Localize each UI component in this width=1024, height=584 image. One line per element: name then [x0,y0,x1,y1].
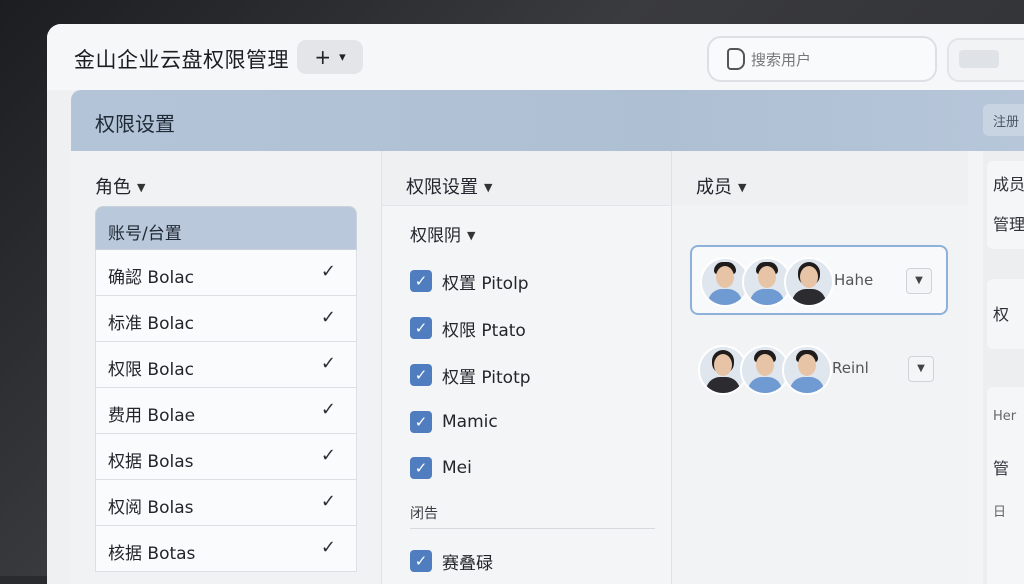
role-label: 标准 Bolac [108,314,194,334]
roles-heading[interactable]: 角色 ▼ [95,173,145,199]
role-label: 权据 Bolas [108,452,194,472]
check-icon: ✓ [320,399,336,420]
permission-checkbox[interactable]: ✓ 赛叠碌 [410,548,493,574]
role-item[interactable]: 确認 Bolac ✓ [95,250,357,296]
chevron-down-icon: ▼ [738,181,747,194]
check-icon: ✓ [320,307,336,328]
checkbox-checked-icon: ✓ [410,364,432,386]
permission-label: Mamic [442,412,498,432]
right-item[interactable]: 管理 [993,211,1024,235]
header-action-label: 注册 [993,115,1020,130]
panel-header: 权限设置 注册 [71,90,1024,151]
avatar-group [698,345,832,395]
role-label: 权限 Bolac [108,360,194,380]
roles-column: 角色 ▼ 账号/台置 确認 Bolac ✓ 标准 Bolac ✓ 权限 Bolac ✓ … [71,151,381,584]
plus-icon: + [314,45,332,69]
role-label: 核据 Botas [108,544,196,564]
members-heading[interactable]: 成员 ▼ [696,173,746,199]
panel-title: 权限设置 [95,112,175,136]
permissions-heading-label: 权限设置 [406,177,478,198]
chevron-down-icon: ▼ [467,229,476,242]
header-action-button[interactable]: 注册 [983,104,1024,136]
right-item[interactable]: 权 [993,301,1009,325]
member-name: Hahe [834,271,874,289]
divider [410,528,655,529]
permissions-heading[interactable]: 权限设置 ▼ [406,173,492,199]
chevron-down-icon: ▼ [137,181,146,194]
members-heading-label: 成员 [696,177,732,198]
role-label: 确認 Bolac [108,268,194,288]
permission-label: 权限 Ptato [442,320,526,341]
role-item[interactable]: 费用 Bolae ✓ [95,388,357,434]
members-column: 成员 ▼ Hahe ▼ Reinl ▼ [671,151,968,584]
role-list-header: 账号/台置 [95,206,357,250]
search-placeholder: 搜索用户 [751,51,812,69]
right-item[interactable]: 成员 [993,171,1024,195]
roles-heading-label: 角色 [95,177,131,198]
chevron-down-icon: ▼ [484,181,493,194]
role-list: 账号/台置 确認 Bolac ✓ 标准 Bolac ✓ 权限 Bolac ✓ 费用 B… [95,206,357,572]
chevron-down-icon: ▾ [339,49,346,65]
app-window: 金山企业云盘权限管理 + ▾ 搜索用户 权限设置 注册 角色 ▼ 账号/台置 确… [47,24,1024,584]
app-title: 金山企业云盘权限管理 [74,48,289,72]
permission-panel: 权限设置 注册 角色 ▼ 账号/台置 确認 Bolac ✓ 标准 Bolac ✓ 权限… [71,90,1024,584]
check-icon: ✓ [320,261,336,282]
member-name: Reinl [832,359,869,377]
avatar [782,345,832,395]
checkbox-checked-icon: ✓ [410,550,432,572]
dropdown-icon[interactable]: ▼ [906,268,932,294]
avatar [784,257,834,307]
member-group-item[interactable]: Reinl ▼ [690,335,948,405]
checkbox-checked-icon: ✓ [410,411,432,433]
check-icon: ✓ [320,491,336,512]
permissions-subheading-label: 权限阴 [410,226,461,246]
permission-checkbox[interactable]: ✓ 权置 Pitolp [410,268,529,294]
permissions-column: 权限设置 ▼ 权限阴 ▼ ✓ 权置 Pitolp ✓ 权限 Ptato ✓ 权置 Pito… [381,151,672,584]
top-right-placeholder [959,50,999,68]
permission-label: Mei [442,458,472,478]
check-icon: ✓ [320,353,336,374]
permission-label: 权置 Pitotp [442,367,531,388]
permission-checkbox[interactable]: ✓ 权限 Ptato [410,315,526,341]
permission-label: 赛叠碌 [442,553,493,574]
permission-label: 权置 Pitolp [442,273,529,294]
dropdown-icon[interactable]: ▼ [908,356,934,382]
role-item[interactable]: 权据 Bolas ✓ [95,434,357,480]
permission-checkbox[interactable]: ✓ Mamic [410,409,498,435]
top-right-control[interactable] [947,38,1024,82]
role-label: 权阅 Bolas [108,498,194,518]
checkbox-checked-icon: ✓ [410,270,432,292]
permissions-subheading[interactable]: 权限阴 ▼ [410,221,475,246]
right-item: Her [993,409,1017,424]
search-input[interactable]: 搜索用户 [707,36,937,82]
search-icon [727,48,745,70]
role-item[interactable]: 标准 Bolac ✓ [95,296,357,342]
right-column: 成员 管理 权 Her 管 日 [983,151,1024,584]
permission-checkbox[interactable]: ✓ 权置 Pitotp [410,362,531,388]
permission-checkbox[interactable]: ✓ Mei [410,455,472,481]
app-header: 金山企业云盘权限管理 + ▾ 搜索用户 [47,24,1024,90]
right-item[interactable]: 管 [993,455,1009,479]
role-item[interactable]: 权阅 Bolas ✓ [95,480,357,526]
role-item[interactable]: 核据 Botas ✓ [95,526,357,572]
add-button[interactable]: + ▾ [297,40,363,74]
role-item[interactable]: 权限 Bolac ✓ [95,342,357,388]
check-icon: ✓ [320,537,336,558]
member-group-item[interactable]: Hahe ▼ [690,245,948,315]
role-label: 费用 Bolae [108,406,196,426]
avatar-group [700,257,834,307]
checkbox-checked-icon: ✓ [410,317,432,339]
check-icon: ✓ [320,445,336,466]
right-item: 日 [993,505,1007,520]
permission-group-label: 闭告 [410,506,438,522]
checkbox-checked-icon: ✓ [410,457,432,479]
